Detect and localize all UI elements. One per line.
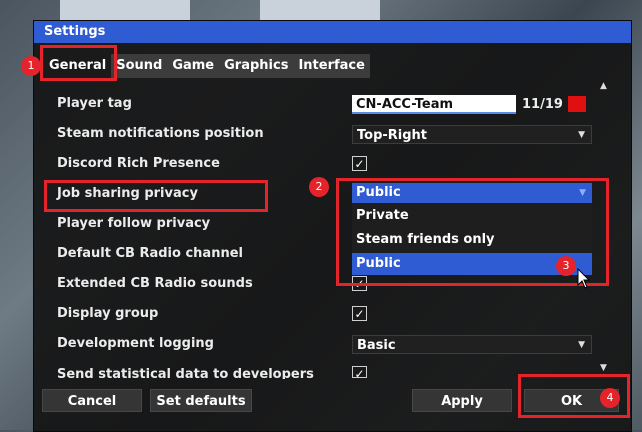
statistical-data-checkbox[interactable]: ✓ [352,366,367,378]
cancel-button[interactable]: Cancel [42,389,142,412]
player-follow-privacy-label: Player follow privacy [57,216,211,231]
player-tag-counter: 11/19 [522,97,563,112]
annotation-badge-2: 2 [309,177,329,197]
apply-button[interactable]: Apply [412,389,512,412]
tab-interface[interactable]: Interface [293,54,370,78]
development-logging-select[interactable]: Basic ▼ [352,335,592,354]
discord-rich-presence-checkbox[interactable]: ✓ [352,156,367,171]
development-logging-label: Development logging [57,336,214,351]
window-title: Settings [34,21,631,43]
annotation-badge-1: 1 [21,56,41,76]
display-group-checkbox[interactable]: ✓ [352,306,367,321]
background-building [60,0,190,22]
player-tag-input[interactable]: CN-ACC-Team [352,95,516,114]
tab-game[interactable]: Game [167,54,219,78]
tab-graphics[interactable]: Graphics [219,54,293,78]
annotation-box-job-sharing-label [44,180,268,212]
annotation-box-general-tab [40,45,117,81]
chevron-down-icon: ▼ [578,130,585,140]
steam-notifications-value: Top-Right [357,128,428,143]
annotation-badge-3: 3 [556,256,576,276]
tab-sound[interactable]: Sound [111,54,167,78]
scroll-down-icon[interactable]: ▼ [600,363,607,373]
cb-radio-channel-label: Default CB Radio channel [57,246,243,261]
steam-notifications-label: Steam notifications position [57,126,264,141]
annotation-badge-4: 4 [600,388,620,408]
scroll-up-icon[interactable]: ▲ [600,81,607,91]
player-tag-color-swatch[interactable] [568,96,586,112]
mouse-cursor-icon [577,267,591,294]
steam-notifications-select[interactable]: Top-Right ▼ [352,125,592,144]
chevron-down-icon: ▼ [578,340,585,350]
development-logging-value: Basic [357,338,396,353]
set-defaults-button[interactable]: Set defaults [150,389,252,412]
discord-rich-presence-label: Discord Rich Presence [57,156,220,171]
statistical-data-label: Send statistical data to developers [57,367,314,379]
player-tag-label: Player tag [57,96,132,111]
extended-cb-label: Extended CB Radio sounds [57,276,253,291]
display-group-label: Display group [57,306,159,321]
background-building [260,0,380,22]
